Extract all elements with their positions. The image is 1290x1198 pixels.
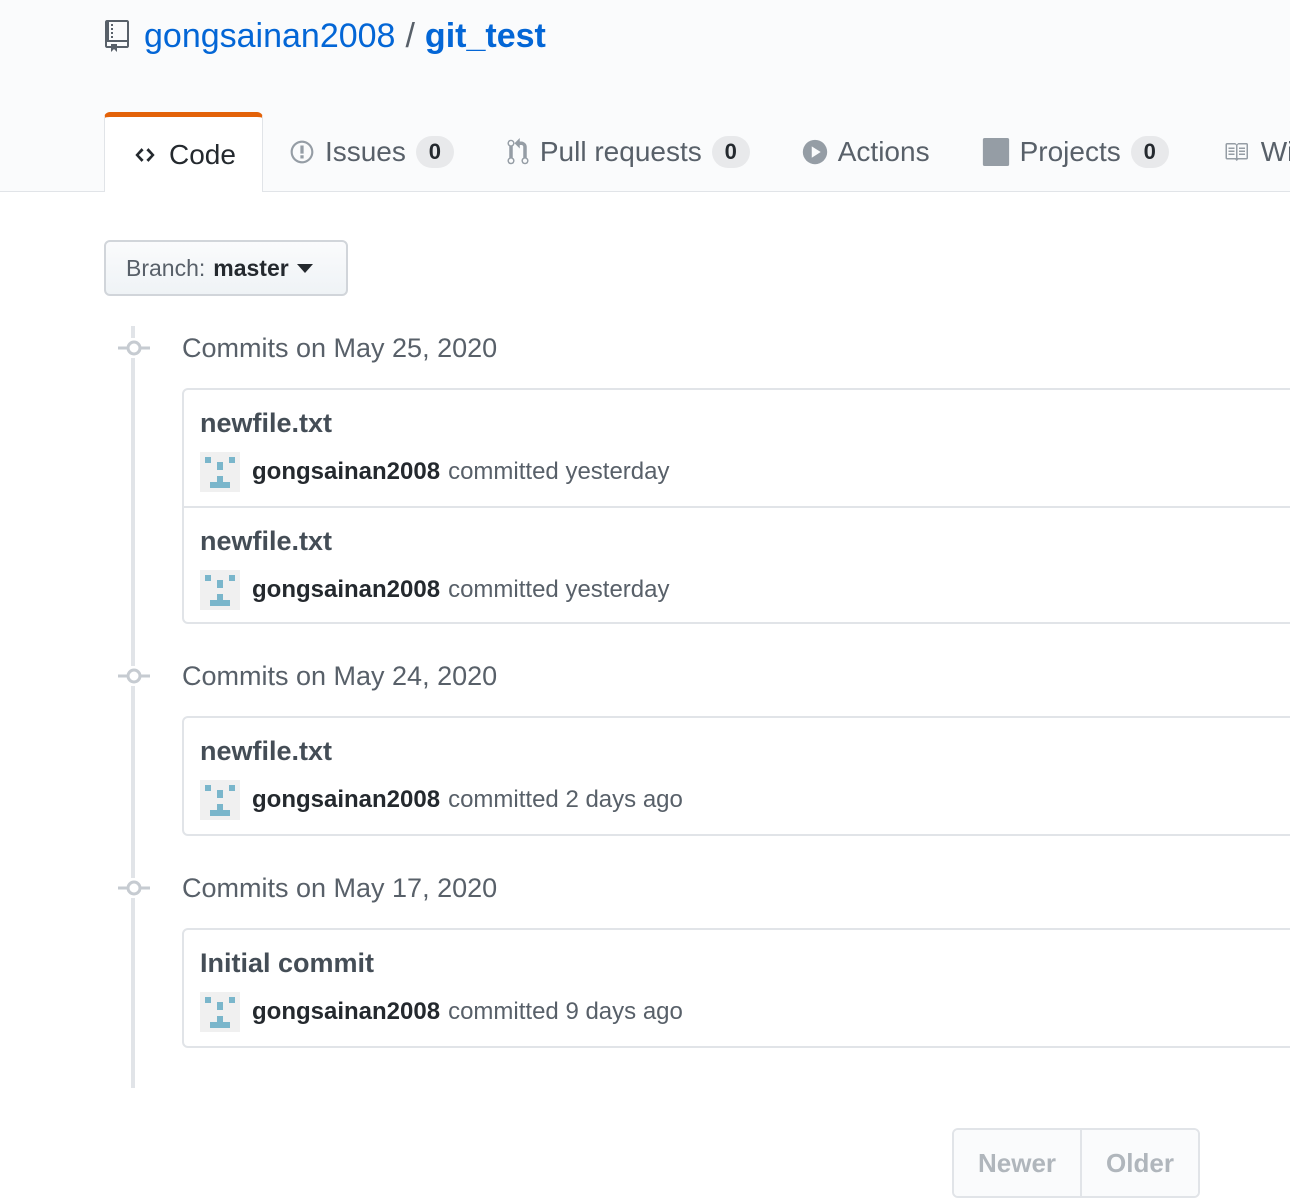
commit-verb: committed [448, 998, 559, 1025]
branch-name: master [213, 254, 289, 281]
book-icon [1221, 140, 1251, 164]
caret-down-icon [296, 263, 313, 273]
repo-title: gongsainan2008 / git_test [104, 12, 546, 60]
commit-meta: gongsainan2008 committed yesterday [200, 452, 670, 492]
issue-icon [289, 139, 315, 165]
commit-group-date: Commits on May 25, 2020 [182, 332, 498, 363]
commit-title-link[interactable]: Initial commit [200, 948, 374, 979]
commit-verb: committed [448, 576, 559, 603]
commit-time: yesterday [565, 576, 670, 603]
issues-count-badge: 0 [415, 135, 454, 168]
older-button[interactable]: Older [1080, 1130, 1198, 1196]
tab-issues[interactable]: Issues 0 [263, 112, 480, 191]
tab-issues-label: Issues [324, 135, 406, 167]
tab-wiki[interactable]: Wik [1195, 112, 1290, 191]
branch-select-button[interactable]: Branch: master [104, 240, 348, 296]
pull-request-icon [506, 137, 530, 166]
commit-item: newfile.txt gongsainan2008 committed yes… [184, 390, 1290, 506]
repo-path-separator: / [405, 16, 415, 55]
play-icon [802, 139, 828, 165]
branch-label: Branch: [126, 254, 206, 281]
commit-list: Initial commit gongsainan2008 committed … [182, 928, 1290, 1048]
commit-meta: gongsainan2008 committed 9 days ago [200, 992, 683, 1032]
commit-time: 9 days ago [565, 998, 683, 1025]
tab-pull-requests-label: Pull requests [539, 135, 702, 167]
git-commit-icon [118, 338, 150, 358]
commit-time: 2 days ago [565, 786, 683, 813]
pull-requests-count-badge: 0 [711, 135, 750, 168]
commit-author-link[interactable]: gongsainan2008 [252, 998, 440, 1026]
commit-time: yesterday [565, 458, 670, 485]
repo-icon [104, 20, 130, 52]
commit-author-link[interactable]: gongsainan2008 [252, 458, 440, 486]
tab-wiki-label: Wik [1260, 135, 1290, 167]
commit-group-date: Commits on May 24, 2020 [182, 660, 498, 691]
avatar[interactable] [200, 780, 240, 820]
avatar[interactable] [200, 570, 240, 610]
commit-group-header: Commits on May 17, 2020 [118, 868, 497, 908]
commit-title-link[interactable]: newfile.txt [200, 736, 332, 767]
repo-nav-tabs: Code Issues 0 Pull requests 0 Actions Pr… [104, 112, 1290, 192]
tab-code-label: Code [169, 138, 236, 170]
commit-item: Initial commit gongsainan2008 committed … [184, 930, 1290, 1046]
commit-author-link[interactable]: gongsainan2008 [252, 576, 440, 604]
pagination: Newer Older [952, 1128, 1200, 1198]
commit-list: newfile.txt gongsainan2008 committed 2 d… [182, 716, 1290, 836]
commit-group-header: Commits on May 25, 2020 [118, 328, 497, 368]
commit-verb: committed [448, 786, 559, 813]
newer-button[interactable]: Newer [954, 1130, 1081, 1196]
tab-projects-label: Projects [1019, 135, 1121, 167]
commit-list: newfile.txt gongsainan2008 committed yes… [182, 388, 1290, 624]
commit-meta: gongsainan2008 committed yesterday [200, 570, 670, 610]
project-icon [982, 137, 1010, 166]
avatar[interactable] [200, 992, 240, 1032]
commit-title-link[interactable]: newfile.txt [200, 408, 332, 439]
commit-title-link[interactable]: newfile.txt [200, 526, 332, 557]
commit-author-link[interactable]: gongsainan2008 [252, 786, 440, 814]
tab-actions-label: Actions [837, 135, 930, 167]
tab-pull-requests[interactable]: Pull requests 0 [480, 112, 776, 191]
git-commit-icon [118, 878, 150, 898]
git-commit-icon [118, 666, 150, 686]
commit-verb: committed [448, 458, 559, 485]
projects-count-badge: 0 [1130, 135, 1169, 168]
commit-item: newfile.txt gongsainan2008 committed yes… [184, 506, 1290, 622]
repo-owner-link[interactable]: gongsainan2008 [144, 17, 395, 56]
timeline-line [131, 326, 135, 1088]
tab-actions[interactable]: Actions [776, 112, 956, 191]
commit-meta: gongsainan2008 committed 2 days ago [200, 780, 683, 820]
tab-code[interactable]: Code [104, 112, 263, 192]
code-icon [131, 144, 159, 166]
repo-header: gongsainan2008 / git_test Code Issues 0 … [0, 0, 1290, 192]
tab-projects[interactable]: Projects 0 [956, 112, 1195, 191]
commit-group-date: Commits on May 17, 2020 [182, 872, 498, 903]
repo-name-link[interactable]: git_test [425, 17, 546, 56]
commit-item: newfile.txt gongsainan2008 committed 2 d… [184, 718, 1290, 834]
avatar[interactable] [200, 452, 240, 492]
commit-group-header: Commits on May 24, 2020 [118, 656, 497, 696]
